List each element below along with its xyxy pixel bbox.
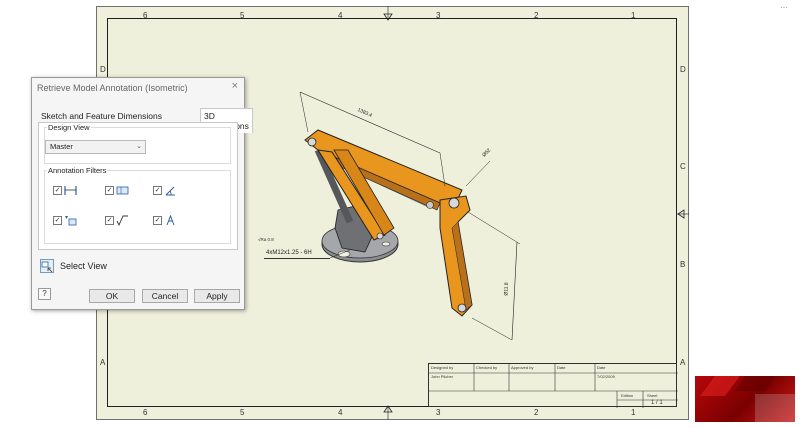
select-view-label: Select View — [60, 261, 107, 271]
title-block: Designed by John Pilcher Checked by Appr… — [428, 363, 678, 408]
ok-button[interactable]: OK — [89, 289, 135, 303]
filter-feature-control-frame[interactable]: ✓ — [105, 185, 129, 196]
checkbox[interactable]: ✓ — [105, 216, 114, 225]
annotation-filters-label: Annotation Filters — [47, 166, 108, 175]
retrieve-model-annotation-dialog: Retrieve Model Annotation (Isometric) × … — [31, 77, 253, 310]
redstack-logo — [695, 376, 795, 422]
sheet-label: Sheet — [647, 393, 658, 398]
checkbox[interactable]: ✓ — [53, 216, 62, 225]
design-view-select[interactable]: Master ⌄ — [45, 140, 146, 154]
thread-note-leader — [264, 258, 330, 259]
tab-sketch-and-feature-dimensions[interactable]: Sketch and Feature Dimensions — [38, 109, 165, 123]
chevron-down-icon: ⌄ — [136, 143, 142, 150]
checkbox[interactable]: ✓ — [153, 186, 162, 195]
design-view-selected: Master — [50, 142, 73, 151]
linear-dimension-icon — [64, 186, 77, 195]
date-label: Date — [597, 365, 606, 370]
filter-datum-target[interactable]: ✓ — [153, 215, 177, 226]
checked-by-label: Checked by — [476, 365, 498, 370]
annotation-filters-group — [44, 170, 231, 244]
filter-surface-texture[interactable]: ✓ — [105, 215, 129, 226]
design-view-label: Design View — [47, 123, 91, 132]
close-icon[interactable]: × — [232, 80, 238, 92]
date-label: Date — [557, 365, 566, 370]
surface-texture-icon — [116, 215, 128, 226]
filter-angular-dimension[interactable]: ✓ — [153, 185, 177, 196]
sheet-value: 1 / 1 — [651, 400, 663, 406]
surface-finish-annotation: √Ra 0.8 — [258, 237, 274, 242]
feature-control-frame-icon — [116, 186, 129, 195]
date-value: 7/02/2009 — [597, 374, 615, 379]
filter-linear-dimension[interactable]: ✓ — [53, 185, 77, 196]
apply-button[interactable]: Apply — [194, 289, 240, 303]
checkbox[interactable]: ✓ — [53, 186, 62, 195]
designed-by-label: Designed by — [431, 365, 454, 370]
checkbox[interactable]: ✓ — [153, 216, 162, 225]
edition-label: Edition — [621, 393, 634, 398]
thread-note: 4xM12x1.25 - 6H — [266, 250, 312, 256]
datum-icon — [65, 216, 77, 226]
dialog-title: Retrieve Model Annotation (Isometric) — [37, 83, 188, 93]
select-view-icon — [40, 259, 54, 273]
help-icon[interactable]: ? — [38, 288, 51, 300]
checkbox[interactable]: ✓ — [105, 186, 114, 195]
approved-by-label: Approved by — [511, 365, 534, 370]
dimension-label: Ø11.8 — [503, 282, 510, 296]
angular-dimension-icon — [165, 186, 175, 196]
select-view-button[interactable]: Select View — [40, 259, 107, 273]
cancel-button[interactable]: Cancel — [142, 289, 188, 303]
designed-by-value: John Pilcher — [431, 374, 454, 379]
logo-graphic — [700, 376, 795, 422]
datum-target-icon — [166, 215, 175, 226]
filter-datum[interactable]: ✓ — [53, 215, 77, 226]
